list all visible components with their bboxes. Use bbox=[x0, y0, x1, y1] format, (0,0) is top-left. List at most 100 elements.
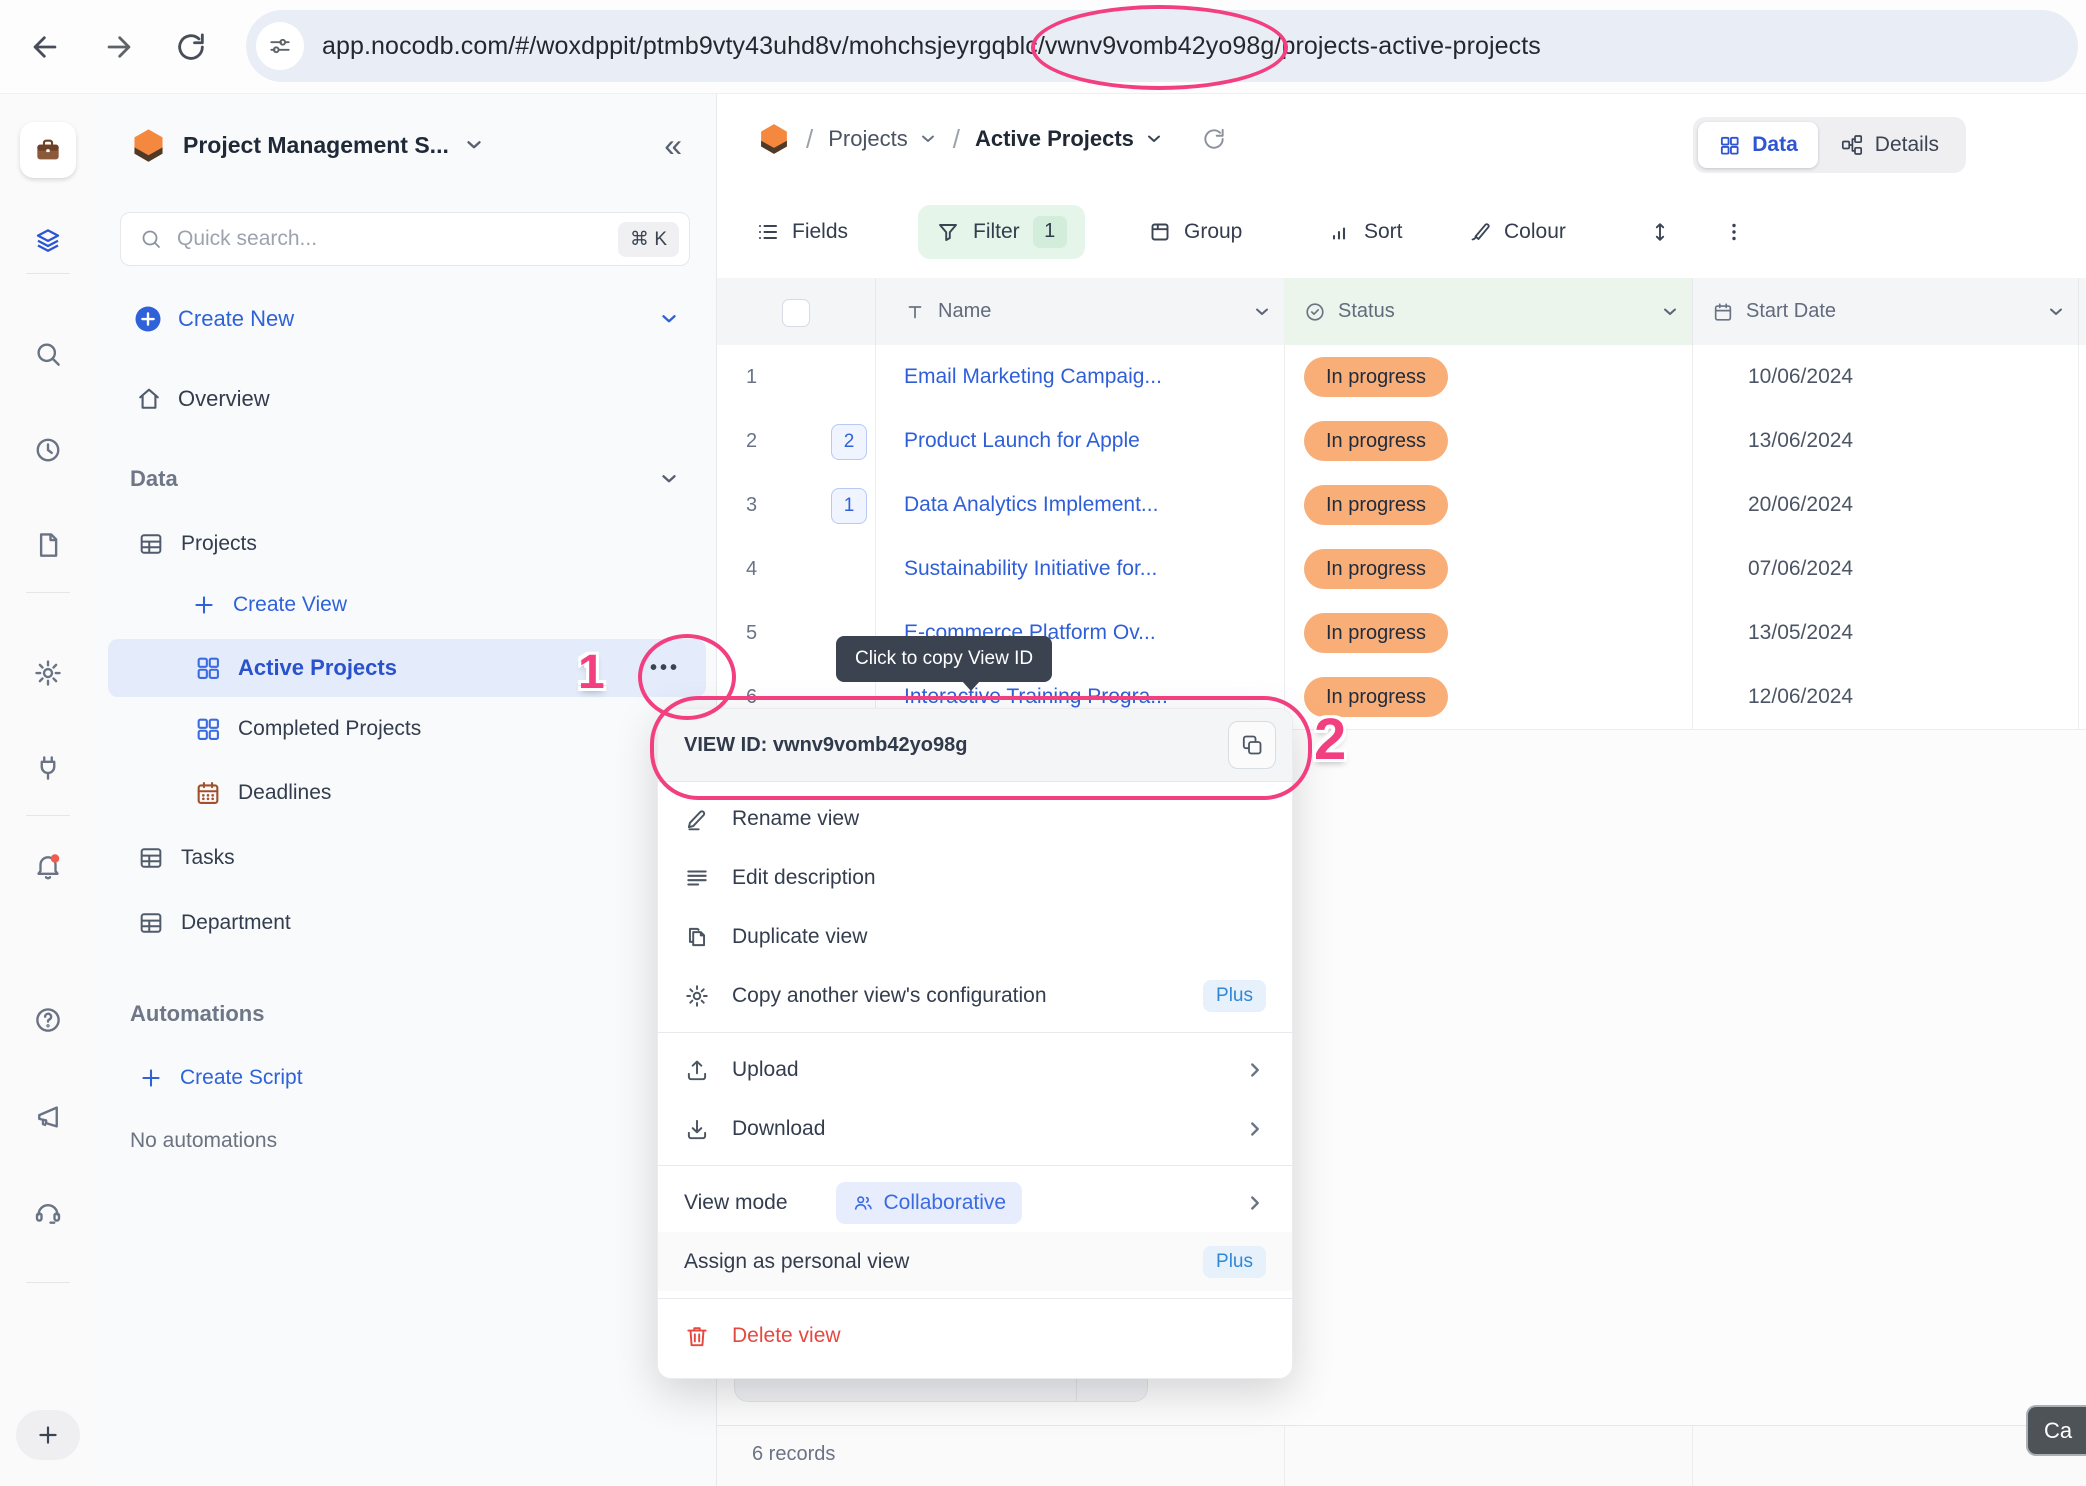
sidebar-table-projects[interactable]: Projects bbox=[96, 522, 716, 566]
row-number: 5 bbox=[716, 622, 757, 645]
site-controls-icon[interactable] bbox=[256, 22, 304, 70]
text-field-icon bbox=[904, 301, 926, 323]
browser-forward-icon[interactable] bbox=[102, 30, 136, 64]
expand-record-chip[interactable]: 2 bbox=[831, 424, 867, 460]
filter-count-badge: 1 bbox=[1033, 216, 1067, 248]
status-badge[interactable]: In progress bbox=[1304, 421, 1448, 461]
sidebar-section-automations: Automations bbox=[96, 992, 716, 1036]
chevron-down-icon[interactable] bbox=[2046, 302, 2066, 322]
column-header-status[interactable]: Status bbox=[1284, 278, 1693, 345]
workspace-avatar[interactable] bbox=[20, 122, 76, 178]
table-row[interactable]: 4 Sustainability Initiative for... In pr… bbox=[716, 537, 2086, 602]
rail-announcements-icon[interactable] bbox=[33, 1102, 63, 1132]
table-row[interactable]: 1 Email Marketing Campaig... In progress… bbox=[716, 345, 2086, 410]
sidebar-view-completed-projects[interactable]: Completed Projects bbox=[96, 707, 716, 751]
date-cell[interactable]: 20/06/2024 bbox=[1692, 493, 1853, 517]
status-badge[interactable]: In progress bbox=[1304, 357, 1448, 397]
menu-item-view-mode[interactable]: View mode Collaborative bbox=[658, 1173, 1292, 1232]
rail-support-icon[interactable] bbox=[33, 1197, 63, 1227]
record-link[interactable]: Product Launch for Apple bbox=[875, 429, 1140, 453]
workspace-title: Project Management S... bbox=[183, 132, 449, 159]
rail-search-icon[interactable] bbox=[33, 339, 63, 369]
chevron-down-icon[interactable] bbox=[463, 134, 485, 156]
upload-icon bbox=[684, 1057, 710, 1083]
sidebar-item-create-script[interactable]: Create Script bbox=[96, 1056, 716, 1100]
menu-separator bbox=[658, 1165, 1292, 1166]
record-link[interactable]: Email Marketing Campaig... bbox=[875, 365, 1162, 389]
rail-divider bbox=[26, 815, 70, 816]
browser-reload-icon[interactable] bbox=[174, 30, 208, 64]
chevron-right-icon bbox=[1244, 1059, 1266, 1081]
toolbar-more-button[interactable] bbox=[1722, 185, 1746, 278]
row-number: 3 bbox=[716, 494, 757, 517]
chevron-down-icon[interactable] bbox=[1660, 302, 1680, 322]
status-badge[interactable]: In progress bbox=[1304, 485, 1448, 525]
breadcrumb: / Projects / Active Projects bbox=[757, 93, 1227, 185]
url-prefix: app.nocodb.com/#/woxdppit/ptmb9vty43uhd8… bbox=[322, 32, 1045, 60]
colour-button[interactable]: Colour bbox=[1468, 185, 1566, 278]
table-row[interactable]: 3 1 Data Analytics Implement... In progre… bbox=[716, 473, 2086, 538]
tab-details[interactable]: Details bbox=[1818, 133, 1961, 157]
capture-overlay-button[interactable]: Ca bbox=[2026, 1405, 2086, 1456]
grid-icon bbox=[1718, 134, 1741, 157]
breadcrumb-table[interactable]: Projects bbox=[828, 126, 937, 152]
nocodb-app-window: app.nocodb.com/#/woxdppit/ptmb9vty43uhd8… bbox=[0, 0, 2086, 1486]
status-badge[interactable]: In progress bbox=[1304, 613, 1448, 653]
menu-item-download[interactable]: Download bbox=[658, 1099, 1292, 1158]
gear-icon bbox=[684, 983, 710, 1009]
rail-recent-icon[interactable] bbox=[33, 435, 63, 465]
menu-item-duplicate-view[interactable]: Duplicate view bbox=[658, 907, 1292, 966]
sidebar-view-active-projects[interactable]: Active Projects ••• bbox=[108, 639, 706, 697]
tab-data[interactable]: Data bbox=[1698, 122, 1818, 168]
sidebar-section-data[interactable]: Data bbox=[96, 457, 716, 501]
rail-base-icon[interactable] bbox=[33, 226, 63, 256]
sidebar-table-department[interactable]: Department bbox=[96, 901, 716, 945]
date-cell[interactable]: 10/06/2024 bbox=[1692, 365, 1853, 389]
browser-back-icon[interactable] bbox=[28, 30, 62, 64]
group-button[interactable]: Group bbox=[1148, 185, 1242, 278]
sidebar-item-overview[interactable]: Overview bbox=[96, 377, 716, 421]
record-link[interactable]: Sustainability Initiative for... bbox=[875, 557, 1157, 581]
expand-record-chip[interactable]: 1 bbox=[831, 488, 867, 524]
table-row[interactable]: 22 Product Launch for Apple In progress … bbox=[716, 409, 2086, 474]
date-cell[interactable]: 07/06/2024 bbox=[1692, 557, 1853, 581]
rail-help-icon[interactable] bbox=[33, 1005, 63, 1035]
rail-divider bbox=[26, 273, 70, 274]
date-cell[interactable]: 12/06/2024 bbox=[1692, 685, 1853, 709]
rail-settings-icon[interactable] bbox=[33, 658, 63, 688]
menu-separator bbox=[658, 1032, 1292, 1033]
menu-item-delete-view[interactable]: Delete view bbox=[658, 1306, 1292, 1365]
status-badge[interactable]: In progress bbox=[1304, 549, 1448, 589]
url-suffix: /projects-active-projects bbox=[1274, 32, 1540, 60]
rail-integrations-icon[interactable] bbox=[33, 753, 63, 783]
date-cell[interactable]: 13/06/2024 bbox=[1692, 429, 1853, 453]
sidebar-view-deadlines[interactable]: Deadlines bbox=[96, 771, 716, 815]
refresh-icon[interactable] bbox=[1201, 126, 1227, 152]
sort-button[interactable]: Sort bbox=[1328, 185, 1403, 278]
sidebar-item-create-view[interactable]: Create View bbox=[96, 583, 716, 627]
row-number-header[interactable] bbox=[716, 278, 876, 345]
rail-docs-icon[interactable] bbox=[33, 530, 63, 560]
sidebar-item-create-new[interactable]: Create New bbox=[96, 297, 716, 341]
date-cell[interactable]: 13/05/2024 bbox=[1692, 621, 1853, 645]
row-height-button[interactable] bbox=[1648, 185, 1672, 278]
rail-add-button[interactable] bbox=[16, 1410, 80, 1460]
select-all-checkbox[interactable] bbox=[782, 299, 810, 327]
menu-item-edit-description[interactable]: Edit description bbox=[658, 848, 1292, 907]
column-header-start-date[interactable]: Start Date bbox=[1692, 278, 2079, 345]
fields-button[interactable]: Fields bbox=[756, 185, 848, 278]
base-title-row[interactable]: Project Management S... « bbox=[96, 123, 716, 167]
collapse-sidebar-icon[interactable]: « bbox=[664, 129, 682, 161]
column-header-name[interactable]: Name bbox=[875, 278, 1285, 345]
address-bar[interactable]: app.nocodb.com/#/woxdppit/ptmb9vty43uhd8… bbox=[246, 10, 2078, 82]
filter-button[interactable]: Filter 1 bbox=[918, 185, 1085, 278]
sidebar-table-tasks[interactable]: Tasks bbox=[96, 836, 716, 880]
rail-notifications-icon[interactable] bbox=[33, 851, 63, 881]
record-link[interactable]: Data Analytics Implement... bbox=[875, 493, 1158, 517]
breadcrumb-view[interactable]: Active Projects bbox=[975, 126, 1164, 152]
quick-search-input[interactable]: Quick search... ⌘ K bbox=[120, 212, 690, 266]
chevron-down-icon[interactable] bbox=[1252, 302, 1272, 322]
menu-item-upload[interactable]: Upload bbox=[658, 1040, 1292, 1099]
menu-item-assign-personal-view[interactable]: Assign as personal view Plus bbox=[658, 1232, 1292, 1291]
menu-item-copy-view-configuration[interactable]: Copy another view's configuration Plus bbox=[658, 966, 1292, 1025]
